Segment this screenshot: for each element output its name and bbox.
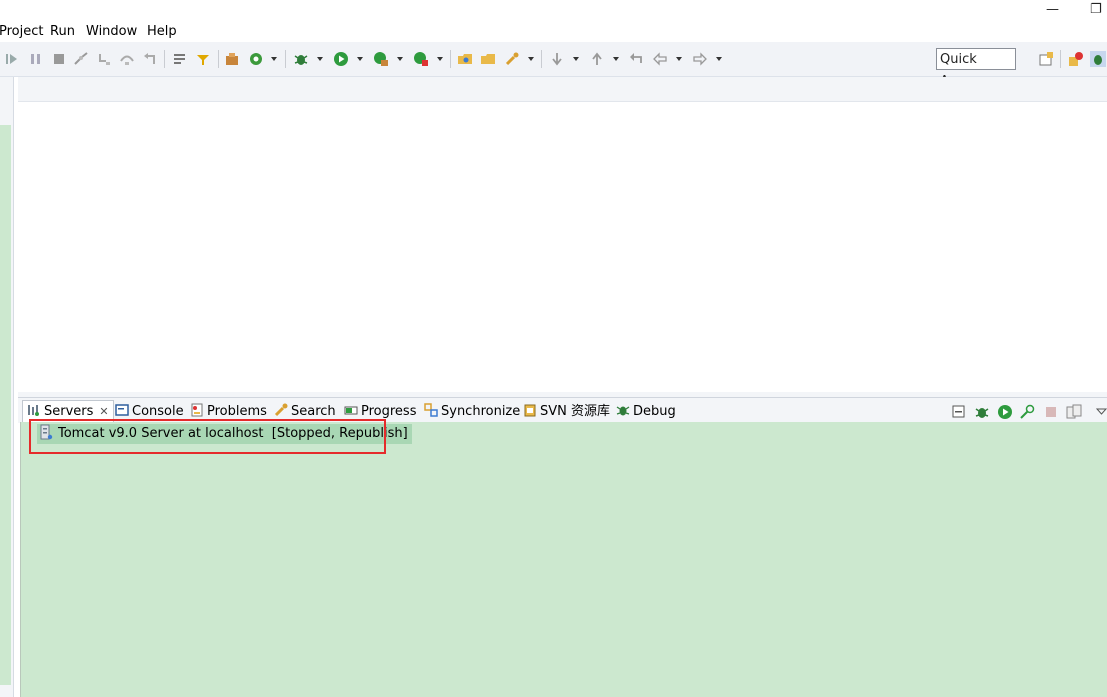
menu-bar: Project Run Window Help — ❐ (0, 0, 1107, 42)
tab-label: Problems (207, 404, 267, 419)
coverage-dropdown[interactable] (397, 57, 403, 61)
debug-icon (616, 406, 630, 416)
tab-label: Debug (633, 404, 676, 419)
debug-dropdown[interactable] (317, 57, 323, 61)
servers-icon (28, 405, 39, 416)
tab-label: SVN 资源库 (540, 404, 611, 419)
run-icon[interactable] (333, 51, 349, 67)
debug-icon[interactable] (293, 51, 309, 67)
previous-annotation-dropdown[interactable] (613, 57, 619, 61)
step-into-icon[interactable] (96, 51, 112, 67)
publish-server-icon[interactable] (1066, 404, 1082, 420)
quick-access-field[interactable]: Quick Access (936, 48, 1016, 89)
toolbar-separator (164, 50, 165, 68)
open-task-icon[interactable] (480, 51, 496, 67)
external-tools-dropdown[interactable] (271, 57, 277, 61)
tab-synchronize[interactable]: Synchronize (424, 401, 520, 423)
run-last-tool-icon[interactable] (413, 51, 429, 67)
run-last-tool-dropdown[interactable] (437, 57, 443, 61)
toolbar-separator (285, 50, 286, 68)
toolbar-separator (1060, 50, 1061, 68)
step-over-icon[interactable] (119, 51, 135, 67)
toolbar-separator (218, 50, 219, 68)
start-server-debug-icon[interactable] (974, 404, 990, 420)
new-package-icon[interactable] (224, 51, 240, 67)
disconnect-icon[interactable] (73, 51, 89, 67)
resume-icon[interactable] (4, 51, 20, 67)
console-icon (115, 404, 129, 416)
back-icon[interactable] (652, 51, 668, 67)
menu-help[interactable]: Help (147, 24, 177, 40)
restore-button[interactable]: ❐ (1090, 2, 1102, 17)
last-edit-location-icon[interactable] (628, 51, 644, 67)
open-type-icon[interactable] (457, 51, 473, 67)
editor-area[interactable] (18, 102, 1107, 392)
progress-icon (344, 406, 358, 415)
tab-label: Console (132, 404, 184, 419)
toolbar-separator (450, 50, 451, 68)
editor-tab-bar (18, 77, 1107, 102)
forward-dropdown[interactable] (716, 57, 722, 61)
tab-debug[interactable]: Debug (616, 401, 676, 423)
collapse-all-icon[interactable] (952, 404, 966, 420)
search-icon (274, 403, 288, 417)
java-ee-perspective-icon[interactable] (1068, 51, 1084, 67)
tab-label: Progress (361, 404, 417, 419)
view-menu-icon[interactable] (1096, 404, 1107, 420)
stop-server-icon[interactable] (1044, 404, 1058, 420)
debug-perspective-icon[interactable] (1090, 51, 1106, 67)
step-return-icon[interactable] (142, 51, 158, 67)
use-step-filters-icon[interactable] (195, 51, 211, 67)
search-dropdown[interactable] (528, 57, 534, 61)
svn-repository-icon (524, 404, 536, 417)
synchronize-icon (424, 403, 438, 417)
menu-run[interactable]: Run (50, 24, 75, 40)
back-dropdown[interactable] (676, 57, 682, 61)
external-tools-icon[interactable] (248, 51, 264, 67)
run-dropdown[interactable] (357, 57, 363, 61)
servers-view[interactable] (20, 422, 1107, 697)
start-server-icon[interactable] (997, 404, 1013, 420)
drop-to-frame-icon[interactable] (172, 51, 188, 67)
toolbar-separator (541, 50, 542, 68)
tab-label: Search (291, 404, 336, 419)
tab-label: Synchronize (441, 404, 521, 419)
tab-svn-repository[interactable]: SVN 资源库 (523, 401, 610, 423)
annotation-highlight-box (29, 419, 386, 454)
coverage-icon[interactable] (373, 51, 389, 67)
menu-project[interactable]: Project (0, 24, 43, 40)
previous-annotation-icon[interactable] (589, 51, 605, 67)
menu-window[interactable]: Window (86, 24, 137, 40)
suspend-icon[interactable] (28, 51, 44, 67)
search-icon[interactable] (504, 51, 520, 67)
tab-label: Servers (44, 404, 94, 419)
left-minimized-view[interactable] (0, 125, 11, 685)
forward-icon[interactable] (692, 51, 708, 67)
next-annotation-icon[interactable] (549, 51, 565, 67)
terminate-icon[interactable] (51, 51, 67, 67)
minimize-button[interactable]: — (1046, 2, 1059, 17)
next-annotation-dropdown[interactable] (573, 57, 579, 61)
problems-icon (191, 403, 203, 417)
start-server-profile-icon[interactable] (1019, 404, 1035, 420)
open-perspective-icon[interactable] (1038, 51, 1054, 67)
